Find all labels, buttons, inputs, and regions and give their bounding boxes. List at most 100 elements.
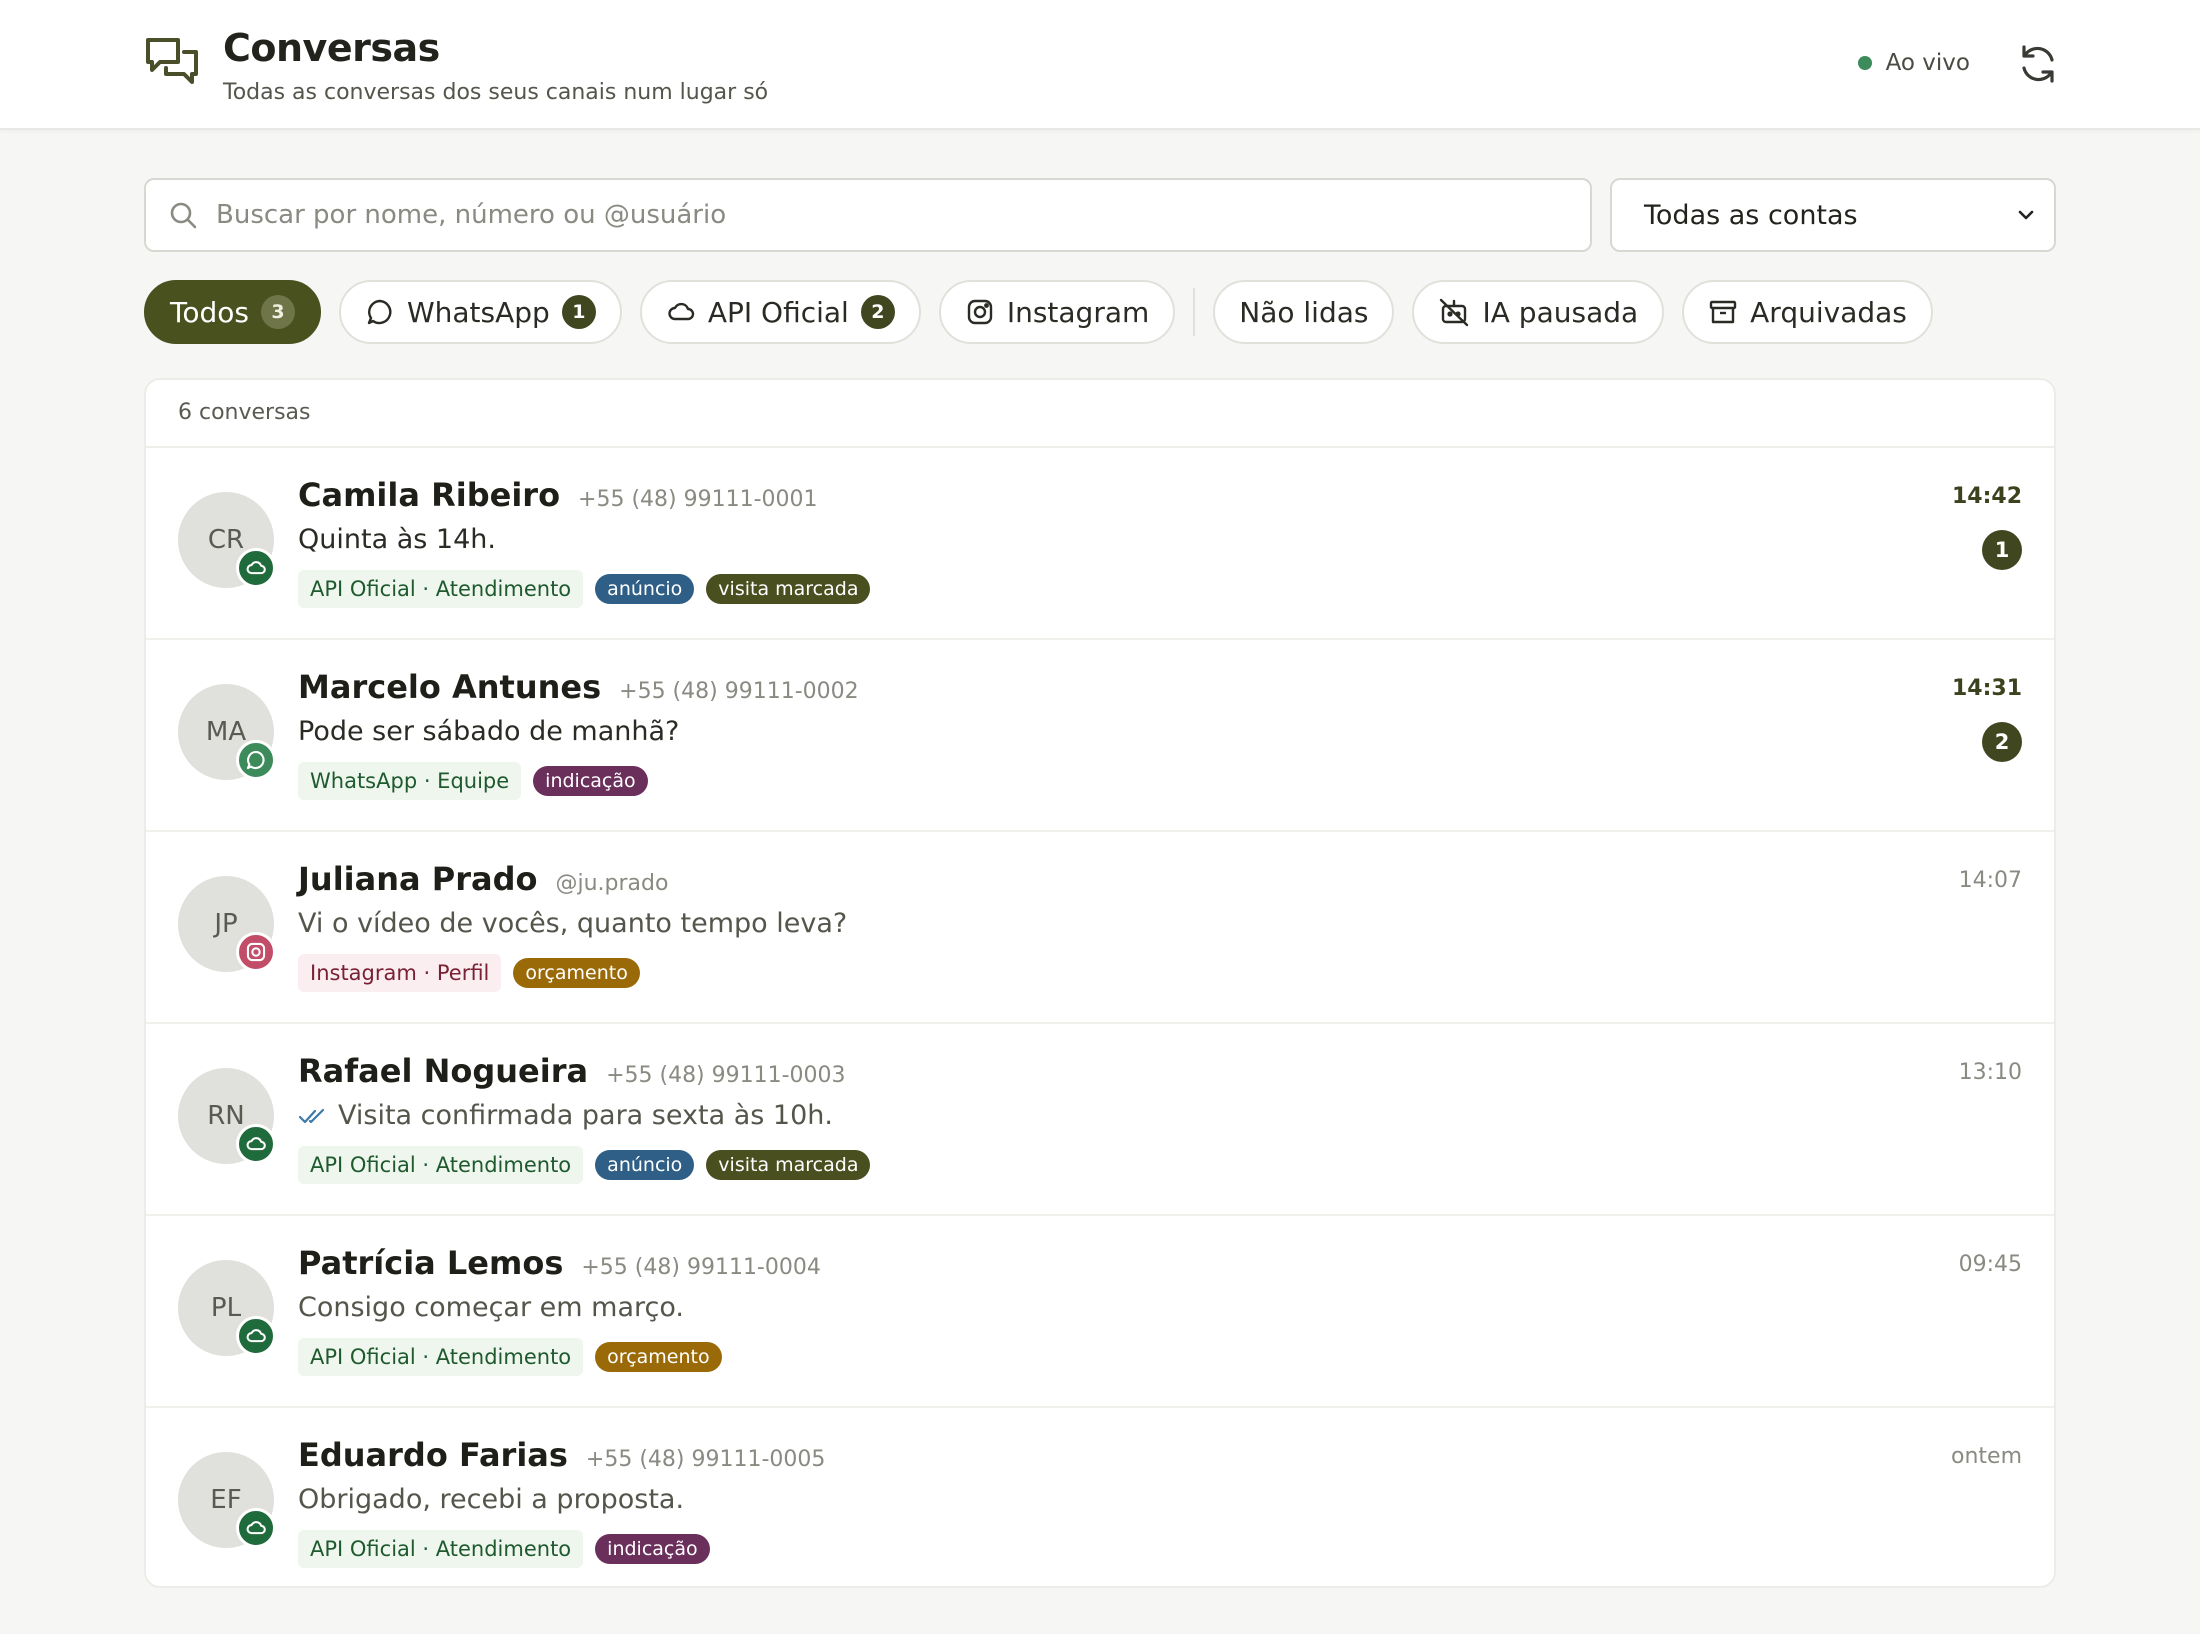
last-message-text: Quinta às 14h. (298, 524, 496, 555)
channel-badge (236, 932, 276, 972)
conversation-tags: API Oficial · Atendimento anúncio visita … (298, 1146, 882, 1184)
cloud-icon (668, 302, 694, 321)
contact-handle: +55 (48) 99111-0005 (585, 1447, 826, 1472)
conversation-tags: API Oficial · Atendimento indicação (298, 1530, 722, 1568)
whatsapp-icon (246, 750, 265, 770)
last-message-text: Pode ser sábado de manhã? (298, 716, 680, 747)
page-title: Conversas (223, 26, 440, 70)
conversation-tags: Instagram · Perfil orçamento (298, 954, 652, 992)
filter-ia-pausada[interactable]: IA pausada (1412, 280, 1665, 344)
filter-arquivadas[interactable]: Arquivadas (1682, 280, 1933, 344)
conversation-count: 6 conversas (146, 380, 2054, 448)
conversation-row[interactable]: MA Marcelo Antunes +55 (48) 99111-0002 P… (146, 640, 2054, 832)
contact-name: Rafael Nogueira (298, 1052, 589, 1090)
account-select[interactable]: Todas as contas (1610, 178, 2056, 252)
filter-todos[interactable]: Todos 3 (144, 280, 321, 344)
filter-label: IA pausada (1482, 295, 1639, 329)
source-label: WhatsApp · Equipe (298, 762, 522, 800)
tag-label: anúncio (595, 1150, 695, 1180)
conversation-row[interactable]: EF Eduardo Farias +55 (48) 99111-0005 Ob… (146, 1408, 2054, 1586)
instagram-icon (967, 299, 993, 325)
contact-line: Juliana Prado @ju.prado (298, 860, 668, 898)
conversation-row[interactable]: PL Patrícia Lemos +55 (48) 99111-0004 Co… (146, 1216, 2054, 1408)
tag-label: visita marcada (706, 574, 871, 604)
cloud-icon (246, 1137, 266, 1151)
chevron-down-icon (2018, 210, 2034, 220)
conversation-row[interactable]: CR Camila Ribeiro +55 (48) 99111-0001 Qu… (146, 448, 2054, 640)
search-box[interactable] (144, 178, 1592, 252)
avatar-initials: CR (207, 525, 245, 555)
contact-line: Rafael Nogueira +55 (48) 99111-0003 (298, 1052, 846, 1090)
bot-off-icon (1440, 298, 1469, 327)
contact-handle: +55 (48) 99111-0003 (606, 1063, 846, 1088)
search-input[interactable] (214, 184, 1590, 246)
archive-icon (1709, 300, 1737, 324)
source-label: API Oficial · Atendimento (298, 1146, 584, 1184)
avatar-initials: JP (214, 909, 238, 939)
last-message: Vi o vídeo de vocês, quanto tempo leva? (298, 908, 847, 939)
filter-label: API Oficial (707, 295, 849, 329)
contact-line: Camila Ribeiro +55 (48) 99111-0001 (298, 476, 818, 514)
filter-count: 2 (860, 295, 895, 329)
filter-label: WhatsApp (406, 295, 550, 329)
avatar-initials: MA (205, 717, 247, 747)
filter-label: Não lidas (1239, 295, 1369, 329)
channel-badge (236, 1508, 276, 1548)
last-message: Obrigado, recebi a proposta. (298, 1484, 684, 1515)
contact-line: Marcelo Antunes +55 (48) 99111-0002 (298, 668, 859, 706)
live-label: Ao vivo (1885, 50, 1970, 76)
contact-handle: +55 (48) 99111-0002 (619, 679, 859, 704)
double-check-icon (298, 1108, 325, 1123)
source-label: API Oficial · Atendimento (298, 1338, 584, 1376)
conversation-row[interactable]: JP Juliana Prado @ju.prado Vi o vídeo de… (146, 832, 2054, 1024)
message-time: 13:10 (1958, 1060, 2022, 1085)
search-icon (170, 202, 197, 229)
contact-name: Marcelo Antunes (298, 668, 602, 706)
channel-badge (236, 1124, 276, 1164)
filter-label: Instagram (1006, 295, 1150, 329)
refresh-icon[interactable] (2016, 42, 2060, 86)
tag-label: visita marcada (706, 1150, 871, 1180)
filter-count: 3 (260, 295, 295, 329)
chat-bubbles-icon (146, 38, 198, 84)
message-time: 14:42 (1951, 484, 2022, 509)
last-message-text: Consigo começar em março. (298, 1292, 684, 1323)
message-time: ontem (1951, 1444, 2022, 1469)
channel-badge (236, 740, 276, 780)
last-message: Consigo começar em março. (298, 1292, 684, 1323)
channel-badge (236, 548, 276, 588)
tag-label: orçamento (513, 958, 640, 988)
contact-name: Juliana Prado (298, 860, 538, 898)
source-label: API Oficial · Atendimento (298, 570, 584, 608)
contact-name: Camila Ribeiro (298, 476, 561, 514)
last-message-text: Obrigado, recebi a proposta. (298, 1484, 685, 1515)
conversation-tags: API Oficial · Atendimento anúncio visita … (298, 570, 882, 608)
contact-handle: +55 (48) 99111-0004 (581, 1255, 821, 1280)
last-message: Visita confirmada para sexta às 10h. (298, 1100, 833, 1131)
message-time: 09:45 (1958, 1252, 2022, 1277)
filter-divider (1193, 288, 1196, 336)
contact-name: Patrícia Lemos (298, 1244, 564, 1282)
filter-api-oficial[interactable]: API Oficial 2 (639, 280, 921, 344)
unread-count-badge: 1 (1982, 530, 2022, 570)
tag-label: anúncio (595, 574, 695, 604)
contact-line: Patrícia Lemos +55 (48) 99111-0004 (298, 1244, 821, 1282)
contact-line: Eduardo Farias +55 (48) 99111-0005 (298, 1436, 825, 1474)
live-dot-icon (1857, 56, 1872, 70)
conversation-row[interactable]: RN Rafael Nogueira +55 (48) 99111-0003 V… (146, 1024, 2054, 1216)
cloud-icon (246, 561, 266, 575)
last-message: Quinta às 14h. (298, 524, 496, 555)
message-time: 14:31 (1951, 676, 2022, 701)
message-time: 14:07 (1958, 868, 2022, 893)
app-header: Conversas Todas as conversas dos seus ca… (0, 0, 2200, 130)
live-status: Ao vivo (1857, 50, 1970, 76)
filter-whatsapp[interactable]: WhatsApp 1 (338, 280, 622, 344)
avatar-initials: RN (207, 1101, 245, 1131)
filter-instagram[interactable]: Instagram (938, 280, 1176, 344)
unread-count-badge: 2 (1982, 722, 2022, 762)
cloud-icon (246, 1329, 266, 1343)
contact-name: Eduardo Farias (298, 1436, 568, 1474)
filter-nao-lidas[interactable]: Não lidas (1213, 280, 1395, 344)
conversation-list: 6 conversas CR Camila Ribeiro +55 (48) 9… (144, 378, 2056, 1588)
last-message-text: Visita confirmada para sexta às 10h. (338, 1100, 833, 1131)
